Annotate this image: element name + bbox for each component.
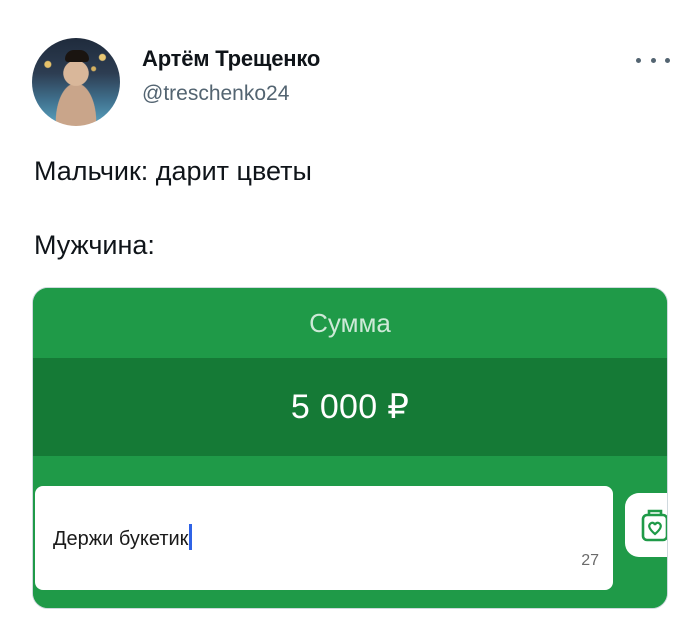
author-name[interactable]: Артём Трещенко [142,46,320,72]
message-text-wrap: Держи букетик [53,524,193,551]
tweet: Артём Трещенко @treschenko24 Мальчик: да… [0,0,700,627]
tweet-media-image[interactable]: Сумма 5 000 ₽ Держи букетик 27 [32,287,668,609]
sum-label: Сумма [33,288,667,358]
more-dots-icon[interactable] [636,50,670,70]
dot [650,57,656,63]
avatar-hair [65,50,89,62]
amount-value: 5 000 ₽ [290,388,410,426]
tweet-text-line-2: Мужчина: [34,230,155,260]
gift-card-button[interactable] [625,493,667,557]
text-caret [189,524,193,550]
message-text: Держи букетик [53,528,189,550]
avatar[interactable] [32,38,120,126]
dot [636,57,641,63]
amount-band: 5 000 ₽ [33,358,667,456]
message-input[interactable]: Держи букетик 27 [35,486,613,590]
gift-card-icon [641,509,667,542]
char-counter: 27 [581,552,599,569]
dot [665,57,670,63]
tweet-text-line-1: Мальчик: дарит цветы [34,156,312,186]
author-handle[interactable]: @treschenko24 [142,82,289,106]
